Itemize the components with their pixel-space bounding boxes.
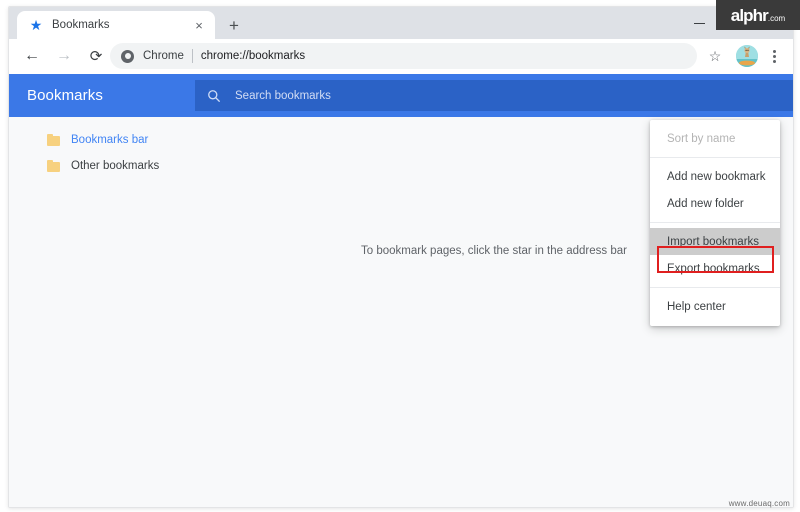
star-icon: ★	[29, 17, 43, 33]
browser-toolbar: ← → ⟳ Chrome chrome://bookmarks ☆	[9, 39, 793, 74]
bookmarks-content-area: Bookmarks bar Other bookmarks To bookmar…	[9, 117, 793, 507]
bookmarks-sidebar: Bookmarks bar Other bookmarks	[9, 117, 195, 179]
reload-icon[interactable]: ⟳	[82, 42, 110, 70]
avatar-image	[736, 45, 758, 67]
omnibox-divider	[191, 49, 193, 63]
chrome-menu-icon[interactable]	[763, 44, 785, 68]
search-icon	[208, 89, 220, 102]
menu-dot	[772, 59, 776, 63]
menu-divider	[650, 157, 780, 158]
omnibox-scheme-label: Chrome	[143, 50, 184, 62]
deuaq-watermark: www.deuaq.com	[728, 499, 790, 508]
bookmarks-header-bar: Bookmarks Search bookmarks	[9, 74, 793, 117]
menu-item-sort-by-name: Sort by name	[667, 132, 736, 145]
menu-item-add-new-bookmark[interactable]: Add new bookmark	[650, 163, 780, 190]
minimize-icon	[693, 22, 705, 24]
search-bookmarks-field[interactable]: Search bookmarks	[195, 80, 793, 111]
bookmark-star-icon[interactable]: ☆	[703, 44, 727, 68]
bookmarks-page: Bookmarks Search bookmarks Bookmarks bar	[9, 74, 793, 507]
chrome-icon	[121, 49, 134, 63]
sidebar-item-other-bookmarks[interactable]: Other bookmarks	[9, 153, 195, 179]
sidebar-item-label: Bookmarks bar	[71, 134, 149, 146]
sidebar-item-bookmarks-bar[interactable]: Bookmarks bar	[9, 127, 195, 153]
menu-dot	[772, 54, 776, 58]
search-input-placeholder: Search bookmarks	[235, 89, 331, 102]
close-icon[interactable]: ×	[191, 17, 207, 33]
alphr-watermark-text: alphr.com	[730, 5, 786, 25]
folder-icon	[47, 134, 60, 146]
bookmarks-dropdown-menu: Sort by name Add new bookmark Add new fo…	[650, 120, 780, 326]
menu-dot	[772, 49, 776, 53]
sidebar-item-label: Other bookmarks	[71, 160, 160, 172]
avatar[interactable]	[736, 45, 758, 67]
tab-strip: ★ Bookmarks × +	[9, 7, 793, 39]
menu-divider	[650, 222, 780, 223]
menu-item-export-bookmarks[interactable]: Export bookmarks	[650, 255, 780, 282]
menu-item-import-bookmarks[interactable]: Import bookmarks	[650, 228, 780, 255]
menu-item-add-new-folder[interactable]: Add new folder	[650, 190, 780, 217]
tab-title: Bookmarks	[52, 19, 110, 31]
forward-icon[interactable]: →	[50, 42, 78, 70]
page-title: Bookmarks	[27, 87, 103, 104]
menu-divider	[650, 287, 780, 288]
browser-window: ★ Bookmarks × + ← → ⟳ Chrome chrome://bo…	[8, 6, 794, 508]
omnibox-url-text: chrome://bookmarks	[200, 50, 306, 62]
back-icon[interactable]: ←	[18, 42, 46, 70]
folder-icon	[47, 160, 60, 172]
alphr-watermark: alphr.com	[716, 0, 800, 30]
new-tab-button[interactable]: +	[223, 14, 245, 36]
menu-item-help-center[interactable]: Help center	[650, 293, 780, 320]
empty-state-text: To bookmark pages, click the star in the…	[361, 245, 627, 257]
address-bar[interactable]: Chrome chrome://bookmarks	[110, 43, 697, 69]
browser-tab-bookmarks[interactable]: ★ Bookmarks ×	[17, 11, 215, 39]
minimize-button[interactable]	[681, 8, 717, 38]
